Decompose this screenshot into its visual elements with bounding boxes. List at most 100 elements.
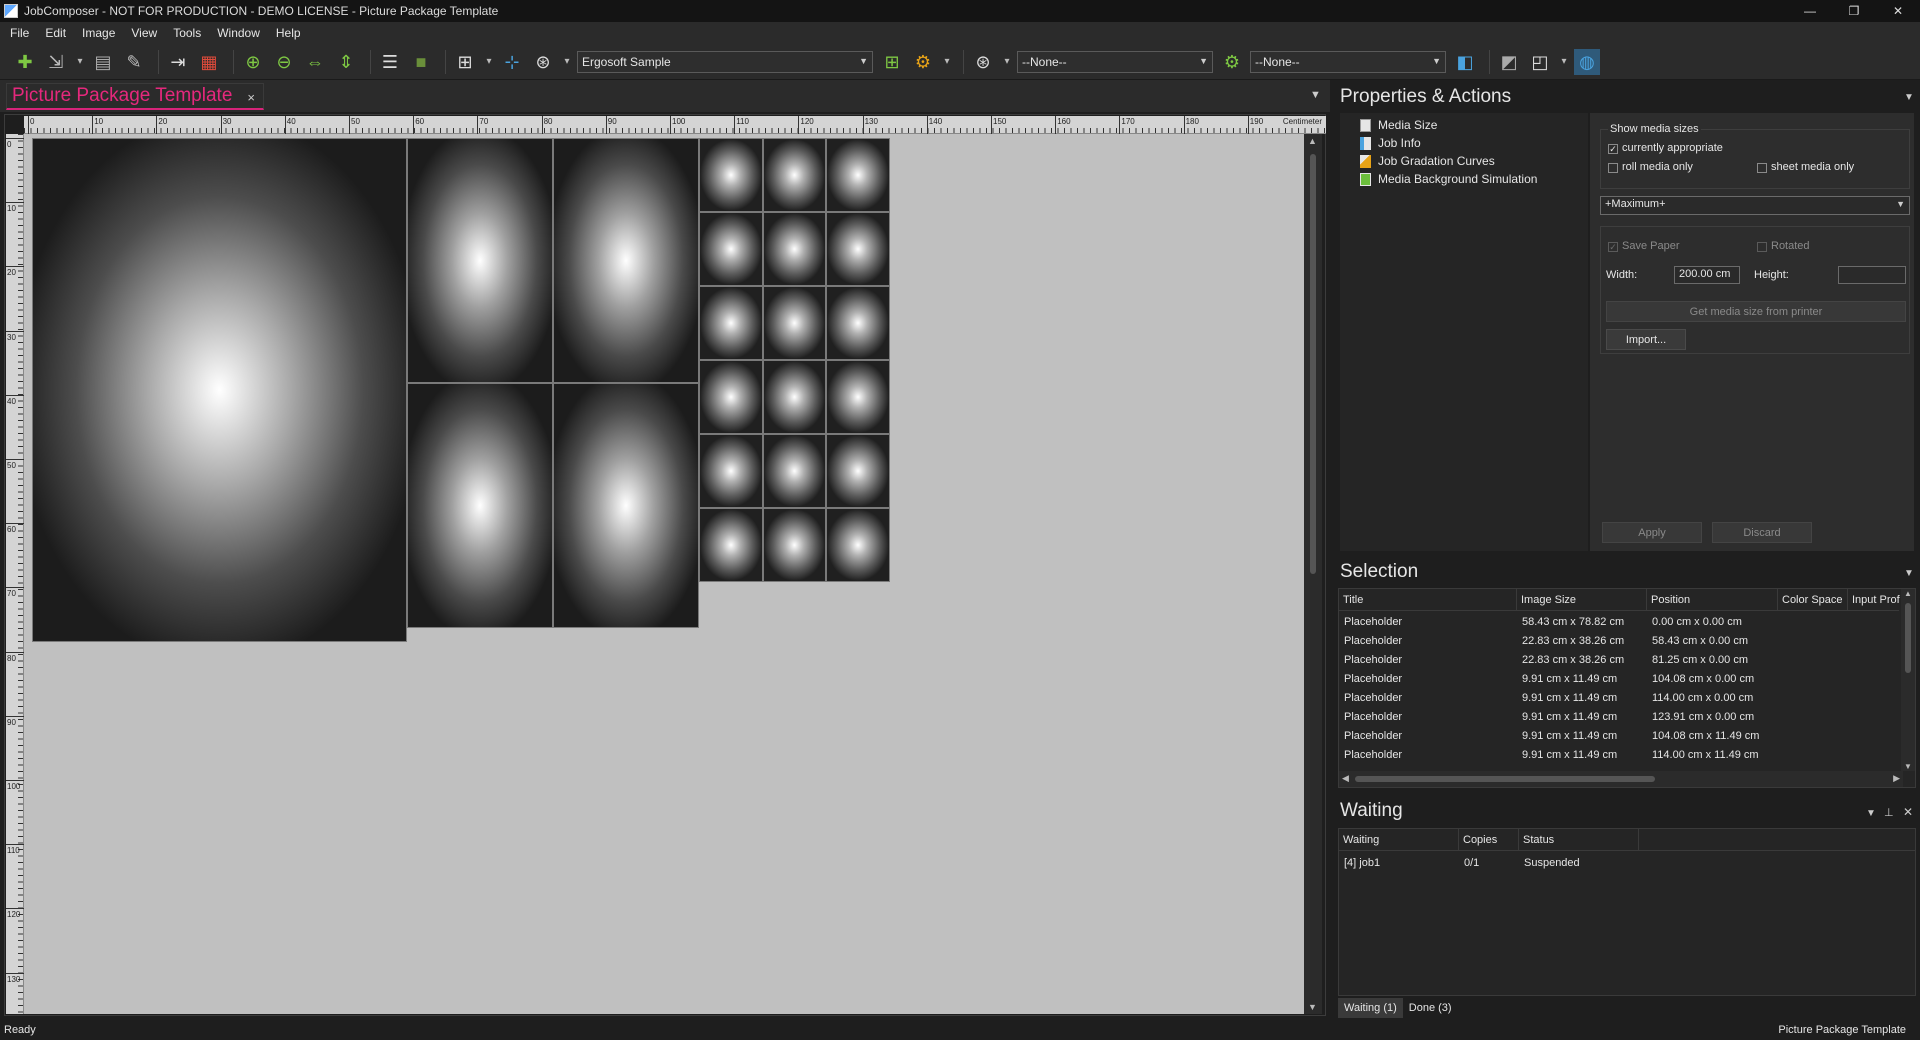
new-job-icon[interactable]: ✚ [12, 49, 38, 75]
column-image-size[interactable]: Image Size [1517, 589, 1647, 611]
close-icon[interactable]: × [247, 90, 255, 105]
settings-gear-icon[interactable]: ⚙ [1219, 49, 1245, 75]
scroll-up-icon[interactable]: ▲ [1904, 589, 1912, 598]
menu-edit[interactable]: Edit [45, 26, 66, 40]
placeholder-image[interactable] [407, 138, 553, 383]
placeholder-image[interactable] [762, 286, 826, 360]
table-row[interactable]: Placeholder 9.91 cm x 11.49 cm 104.08 cm x… [1339, 670, 1899, 689]
placeholder-image[interactable] [553, 138, 699, 383]
add-image-icon[interactable]: ⇲ [43, 49, 69, 75]
table-row[interactable]: Placeholder 58.43 cm x 78.82 cm 0.00 cm x … [1339, 613, 1899, 632]
scrollbar-thumb[interactable] [1355, 776, 1655, 782]
media-size-combo[interactable]: +Maximum+ ▼ [1600, 196, 1910, 215]
column-title[interactable]: Title [1339, 589, 1517, 611]
placeholder-image[interactable] [699, 360, 763, 434]
placeholder-image[interactable] [699, 212, 763, 286]
table-row[interactable]: [4] job1 0/1 Suspended [1339, 854, 1899, 873]
gear-icon[interactable]: ⚙ [910, 49, 936, 75]
pin-icon[interactable]: ⊥ [1884, 806, 1894, 819]
tab-done[interactable]: Done (3) [1403, 998, 1458, 1018]
placeholder-image[interactable] [826, 434, 890, 508]
tree-item-media-size[interactable]: Media Size [1360, 117, 1437, 133]
height-input[interactable] [1838, 266, 1906, 284]
gear-dropdown-icon[interactable]: ▾ [941, 49, 953, 75]
scrollbar-thumb[interactable] [1310, 154, 1316, 574]
properties-menu-arrow-icon[interactable]: ▼ [1904, 92, 1914, 103]
table-row[interactable]: Placeholder 9.91 cm x 11.49 cm 104.08 cm x… [1339, 727, 1899, 746]
filter-icon[interactable]: ⊛ [970, 49, 996, 75]
table-row[interactable]: Placeholder 22.83 cm x 38.26 cm 81.25 cm x… [1339, 651, 1899, 670]
filter-combo-2[interactable]: --None-- ▼ [1250, 50, 1446, 73]
close-window-button[interactable]: ✕ [1876, 0, 1920, 22]
tree-item-job-gradation-curves[interactable]: Job Gradation Curves [1360, 153, 1495, 169]
close-panel-icon[interactable]: ✕ [1903, 805, 1913, 819]
arrange-icon[interactable]: ⊞ [452, 49, 478, 75]
width-input[interactable]: 200.00 cm [1674, 266, 1740, 284]
minimize-button[interactable]: — [1788, 0, 1832, 22]
placeholder-image[interactable] [762, 212, 826, 286]
tree-item-job-info[interactable]: Job Info [1360, 135, 1421, 151]
placeholder-image[interactable] [826, 138, 890, 212]
menu-tools[interactable]: Tools [173, 26, 201, 40]
column-status[interactable]: Status [1519, 829, 1639, 851]
edit-icon[interactable]: ✎ [121, 49, 147, 75]
placeholder-image[interactable] [762, 360, 826, 434]
placeholder-image[interactable] [762, 138, 826, 212]
selection-vertical-scrollbar[interactable]: ▲ ▼ [1901, 589, 1915, 771]
layout-canvas[interactable] [24, 134, 1304, 1014]
tree-item-media-background-simulation[interactable]: Media Background Simulation [1360, 171, 1537, 187]
column-input-profile[interactable]: Input Prof [1848, 589, 1903, 611]
fit-width-icon[interactable]: ⇔ [302, 49, 328, 75]
nesting-icon[interactable]: ⊹ [499, 49, 525, 75]
column-copies[interactable]: Copies [1459, 829, 1519, 851]
table-row[interactable]: Placeholder 9.91 cm x 11.49 cm 114.00 cm x… [1339, 689, 1899, 708]
get-media-size-button[interactable]: Get media size from printer [1606, 301, 1906, 322]
menu-window[interactable]: Window [217, 26, 260, 40]
arrange-dropdown-icon[interactable]: ▾ [483, 49, 495, 75]
profile-combo[interactable]: Ergosoft Sample ▼ [577, 50, 873, 73]
placeholder-image[interactable] [553, 383, 699, 628]
column-position[interactable]: Position [1647, 589, 1778, 611]
roll-media-only-checkbox[interactable] [1608, 163, 1618, 173]
canvas-vertical-scrollbar[interactable]: ▲ ▼ [1304, 134, 1322, 1014]
layout-icon[interactable]: ◰ [1527, 49, 1553, 75]
tab-picture-package-template[interactable]: Picture Package Template × [6, 83, 264, 110]
job-settings-icon[interactable]: ⊞ [879, 49, 905, 75]
zoom-out-icon[interactable]: ⊖ [271, 49, 297, 75]
table-row[interactable]: Placeholder 9.91 cm x 11.49 cm 114.00 cm x… [1339, 746, 1899, 765]
layout-dropdown-icon[interactable]: ▾ [1558, 49, 1570, 75]
list-view-icon[interactable]: ☰ [377, 49, 403, 75]
placeholder-image[interactable] [407, 383, 553, 628]
placeholder-image[interactable] [826, 508, 890, 582]
placeholder-image[interactable] [699, 434, 763, 508]
placeholder-image[interactable] [699, 508, 763, 582]
scroll-up-icon[interactable]: ▲ [1308, 136, 1317, 146]
waiting-menu-arrow-icon[interactable]: ▼ [1866, 808, 1876, 819]
color-layout-icon[interactable]: ▦ [196, 49, 222, 75]
menu-image[interactable]: Image [82, 26, 115, 40]
scroll-right-icon[interactable]: ▶ [1893, 773, 1900, 784]
table-row[interactable]: Placeholder 9.91 cm x 11.49 cm 123.91 cm x… [1339, 708, 1899, 727]
selection-horizontal-scrollbar[interactable]: ◀ ▶ [1339, 771, 1903, 787]
import-button[interactable]: Import... [1606, 329, 1686, 350]
placeholder-image[interactable] [826, 360, 890, 434]
sheet-media-only-checkbox[interactable] [1757, 163, 1767, 173]
scroll-down-icon[interactable]: ▼ [1308, 1002, 1317, 1012]
tab-waiting[interactable]: Waiting (1) [1338, 998, 1403, 1018]
menu-view[interactable]: View [131, 26, 157, 40]
placeholder-image[interactable] [826, 212, 890, 286]
color-manager-icon[interactable]: ◧ [1452, 49, 1478, 75]
selection-menu-arrow-icon[interactable]: ▼ [1904, 568, 1914, 579]
layers-icon[interactable]: ◩ [1496, 49, 1522, 75]
placeholder-image[interactable] [32, 138, 407, 642]
globe-icon[interactable]: ◍ [1574, 48, 1600, 75]
scrollbar-thumb[interactable] [1905, 603, 1911, 673]
column-waiting[interactable]: Waiting [1339, 829, 1459, 851]
column-color-space[interactable]: Color Space [1778, 589, 1848, 611]
target-dropdown-icon[interactable]: ▾ [561, 49, 573, 75]
save-paper-checkbox[interactable]: ✓ [1608, 242, 1618, 252]
filter-dropdown-icon[interactable]: ▾ [1001, 49, 1013, 75]
zoom-in-icon[interactable]: ⊕ [240, 49, 266, 75]
scroll-left-icon[interactable]: ◀ [1342, 773, 1349, 784]
save-icon[interactable]: ▤ [90, 49, 116, 75]
